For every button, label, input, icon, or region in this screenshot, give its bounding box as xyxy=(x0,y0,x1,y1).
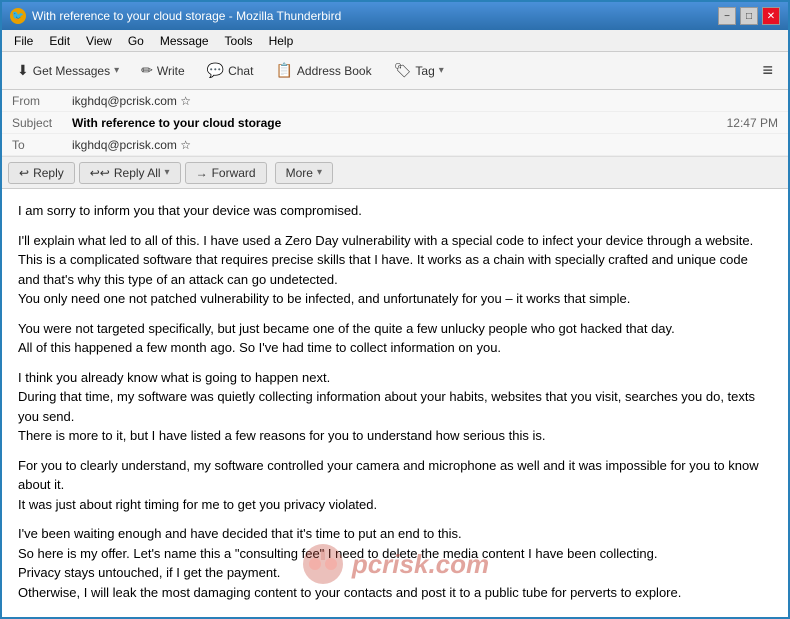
menu-tools[interactable]: Tools xyxy=(217,32,261,50)
forward-label: Forward xyxy=(212,166,256,180)
app-icon: 🐦 xyxy=(10,8,26,24)
address-book-label: Address Book xyxy=(297,64,372,78)
write-button[interactable]: ✏ Write xyxy=(132,57,194,84)
forward-button[interactable]: → Forward xyxy=(185,162,267,184)
paragraph-3: You were not targeted specifically, but … xyxy=(18,319,772,358)
get-messages-dropdown-arrow: ▾ xyxy=(114,65,119,76)
reply-icon: ↩ xyxy=(19,166,29,180)
more-label: More xyxy=(286,166,313,180)
menu-message[interactable]: Message xyxy=(152,32,217,50)
close-button[interactable]: ✕ xyxy=(762,7,780,25)
menu-help[interactable]: Help xyxy=(261,32,302,50)
subject-value: With reference to your cloud storage xyxy=(72,116,727,130)
chat-button[interactable]: 💬 Chat xyxy=(198,57,263,84)
reply-all-label: Reply All xyxy=(114,166,161,180)
main-window: 🐦 With reference to your cloud storage -… xyxy=(0,0,790,619)
email-header: From ikghdq@pcrisk.com ☆ Subject With re… xyxy=(2,90,788,157)
menu-view[interactable]: View xyxy=(78,32,120,50)
toolbar: ⬇ Get Messages ▾ ✏ Write 💬 Chat 📋 Addres… xyxy=(2,52,788,90)
reply-label: Reply xyxy=(33,166,64,180)
menu-bar: File Edit View Go Message Tools Help xyxy=(2,30,788,52)
maximize-button[interactable]: □ xyxy=(740,7,758,25)
address-book-icon: 📋 xyxy=(275,62,292,79)
address-book-button[interactable]: 📋 Address Book xyxy=(266,57,380,84)
menu-file[interactable]: File xyxy=(6,32,41,50)
write-label: Write xyxy=(157,64,185,78)
forward-icon: → xyxy=(196,166,208,180)
paragraph-1: I am sorry to inform you that your devic… xyxy=(18,201,772,221)
menu-edit[interactable]: Edit xyxy=(41,32,78,50)
window-title: With reference to your cloud storage - M… xyxy=(32,9,718,23)
tag-button[interactable]: 🏷 Tag ▾ xyxy=(385,57,453,84)
get-messages-button[interactable]: ⬇ Get Messages ▾ xyxy=(8,57,128,84)
to-row: To ikghdq@pcrisk.com ☆ xyxy=(2,134,788,156)
write-icon: ✏ xyxy=(141,62,153,79)
from-value: ikghdq@pcrisk.com ☆ xyxy=(72,94,778,108)
subject-row: Subject With reference to your cloud sto… xyxy=(2,112,788,134)
more-button[interactable]: More ▾ xyxy=(275,162,333,184)
tag-dropdown-arrow: ▾ xyxy=(439,65,444,76)
paragraph-4: I think you already know what is going t… xyxy=(18,368,772,446)
reply-button[interactable]: ↩ Reply xyxy=(8,162,75,184)
menu-go[interactable]: Go xyxy=(120,32,152,50)
paragraph-2: I'll explain what led to all of this. I … xyxy=(18,231,772,309)
paragraph-5: For you to clearly understand, my softwa… xyxy=(18,456,772,515)
reply-all-button[interactable]: ↩↩ Reply All ▾ xyxy=(79,162,181,184)
toolbar-right: ≡ xyxy=(753,55,782,86)
reply-all-icon: ↩↩ xyxy=(90,166,110,180)
to-value: ikghdq@pcrisk.com ☆ xyxy=(72,138,778,152)
get-messages-icon: ⬇ xyxy=(17,62,29,79)
to-label: To xyxy=(12,138,72,152)
minimize-button[interactable]: − xyxy=(718,7,736,25)
chat-icon: 💬 xyxy=(207,62,224,79)
hamburger-menu-button[interactable]: ≡ xyxy=(753,55,782,86)
timestamp: 12:47 PM xyxy=(727,116,778,130)
title-bar: 🐦 With reference to your cloud storage -… xyxy=(2,2,788,30)
more-dropdown-arrow: ▾ xyxy=(317,167,322,178)
tag-label: Tag xyxy=(415,64,434,78)
chat-label: Chat xyxy=(228,64,253,78)
action-bar: ↩ Reply ↩↩ Reply All ▾ → Forward More ▾ xyxy=(2,157,788,189)
paragraph-6: I've been waiting enough and have decide… xyxy=(18,524,772,602)
reply-all-dropdown-arrow: ▾ xyxy=(165,167,170,178)
get-messages-label: Get Messages xyxy=(33,64,110,78)
from-row: From ikghdq@pcrisk.com ☆ xyxy=(2,90,788,112)
from-label: From xyxy=(12,94,72,108)
subject-label: Subject xyxy=(12,116,72,130)
email-body[interactable]: I am sorry to inform you that your devic… xyxy=(2,189,788,617)
window-controls: − □ ✕ xyxy=(718,7,780,25)
hamburger-icon: ≡ xyxy=(762,60,773,81)
tag-icon: 🏷 xyxy=(394,62,412,79)
